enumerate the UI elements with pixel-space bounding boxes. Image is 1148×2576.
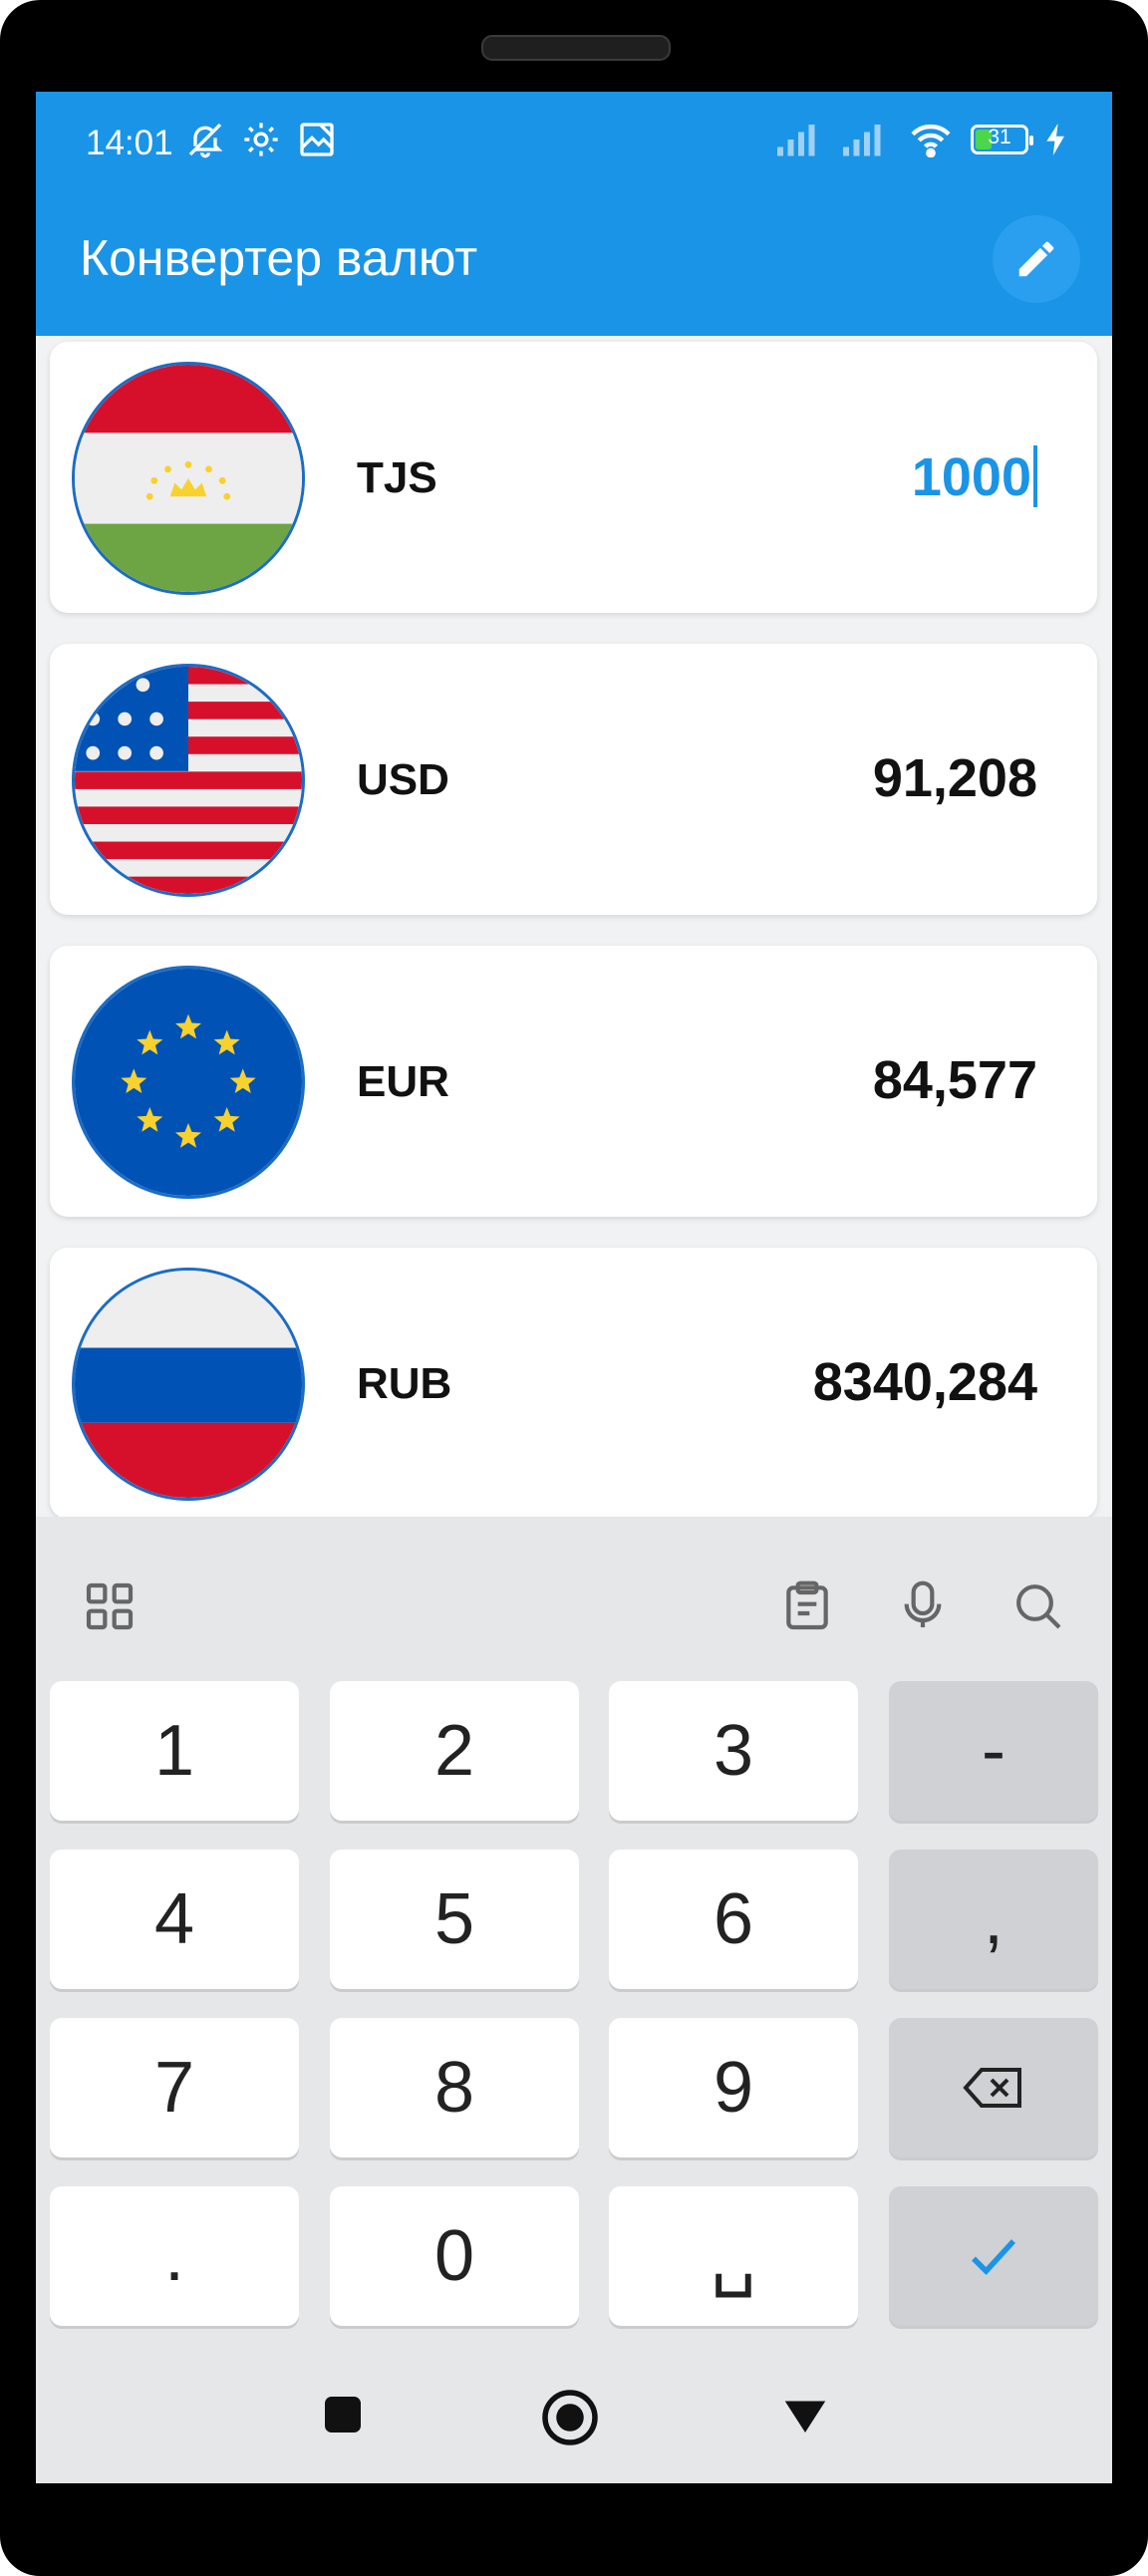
- status-time: 14:01: [86, 124, 173, 162]
- amount-input[interactable]: 1000: [912, 445, 1037, 508]
- key-4[interactable]: 4: [50, 1850, 299, 1989]
- key-6[interactable]: 6: [609, 1850, 858, 1989]
- currency-row-usd[interactable]: USD 91,208: [50, 644, 1097, 915]
- phone-frame: 14:01 31 Конвертер валют TJS 1000 USD 91…: [0, 0, 1148, 2576]
- app-bar: 14:01 31 Конвертер валют: [36, 92, 1112, 336]
- usa-flag-icon: [72, 664, 305, 897]
- clipboard-icon[interactable]: [779, 1578, 835, 1639]
- edit-button[interactable]: [993, 215, 1080, 303]
- signal-1-icon: [777, 125, 815, 156]
- key-9[interactable]: 9: [609, 2018, 858, 2157]
- check-icon: [972, 2239, 1016, 2275]
- key-8[interactable]: 8: [330, 2018, 579, 2157]
- back-button[interactable]: [778, 2388, 832, 2446]
- screen: 14:01 31 Конвертер валют TJS 1000 USD 91…: [36, 92, 1112, 2483]
- currency-code: TJS: [357, 453, 437, 502]
- settings-gear-icon: [244, 123, 278, 156]
- earpiece-speaker: [481, 35, 671, 61]
- wifi-icon: [911, 124, 951, 157]
- recents-button[interactable]: [316, 2388, 370, 2446]
- page-title: Конвертер валют: [80, 230, 478, 286]
- currency-code: USD: [357, 755, 449, 804]
- square-icon: [325, 2397, 361, 2433]
- currency-row-rub[interactable]: RUB 8340,284: [50, 1248, 1097, 1517]
- key-space[interactable]: ␣: [609, 2186, 858, 2326]
- system-nav-bar: [36, 2346, 1112, 2483]
- home-button[interactable]: [540, 2388, 600, 2452]
- currency-list: TJS 1000 USD 91,208 EUR 84,577 RUB 8340,…: [36, 336, 1112, 1517]
- key-0[interactable]: 0: [330, 2186, 579, 2326]
- signal-2-icon: [843, 125, 881, 156]
- currency-code: EUR: [357, 1057, 449, 1106]
- backspace-icon: [963, 2068, 1021, 2108]
- numeric-keyboard: 1 2 3 - 4 5 6 , 7 8 9 . 0 ␣: [36, 1517, 1112, 2483]
- back-triangle-icon: [784, 2401, 826, 2433]
- amount-value[interactable]: 8340,284: [813, 1351, 1037, 1413]
- amount-value[interactable]: 91,208: [873, 747, 1037, 809]
- charging-bolt-icon: [1046, 124, 1064, 155]
- tajikistan-flag-icon: [72, 362, 305, 595]
- key-5[interactable]: 5: [330, 1850, 579, 1989]
- key-period[interactable]: .: [50, 2186, 299, 2326]
- pencil-icon: [1018, 241, 1054, 277]
- grid-icon[interactable]: [82, 1578, 138, 1639]
- russia-flag-icon: [72, 1268, 305, 1501]
- currency-row-eur[interactable]: EUR 84,577: [50, 946, 1097, 1217]
- battery-percent: 31: [988, 126, 1011, 148]
- key-comma[interactable]: ,: [889, 1850, 1098, 1989]
- gallery-icon: [300, 123, 334, 156]
- status-left-icons: [185, 120, 337, 159]
- search-icon[interactable]: [1010, 1578, 1066, 1639]
- amount-value[interactable]: 84,577: [873, 1049, 1037, 1111]
- muted-bell-icon: [188, 123, 223, 158]
- text-cursor: [1033, 445, 1037, 507]
- key-2[interactable]: 2: [330, 1681, 579, 1821]
- battery-icon: 31: [971, 125, 1033, 154]
- microphone-icon[interactable]: [895, 1578, 951, 1639]
- status-right-icons: 31: [777, 122, 1066, 157]
- eu-flag-icon: [72, 966, 305, 1199]
- key-3[interactable]: 3: [609, 1681, 858, 1821]
- battery-tip: [1029, 136, 1033, 145]
- key-7[interactable]: 7: [50, 2018, 299, 2157]
- home-circle-icon: [542, 2390, 598, 2445]
- key-1[interactable]: 1: [50, 1681, 299, 1821]
- amount-value: 1000: [911, 447, 1031, 507]
- key-done[interactable]: [889, 2186, 1098, 2326]
- key-backspace[interactable]: [889, 2018, 1098, 2157]
- status-bar: 14:01 31: [36, 92, 1112, 201]
- key-minus[interactable]: -: [889, 1681, 1098, 1821]
- currency-row-tjs[interactable]: TJS 1000: [50, 342, 1097, 613]
- currency-code: RUB: [357, 1359, 452, 1408]
